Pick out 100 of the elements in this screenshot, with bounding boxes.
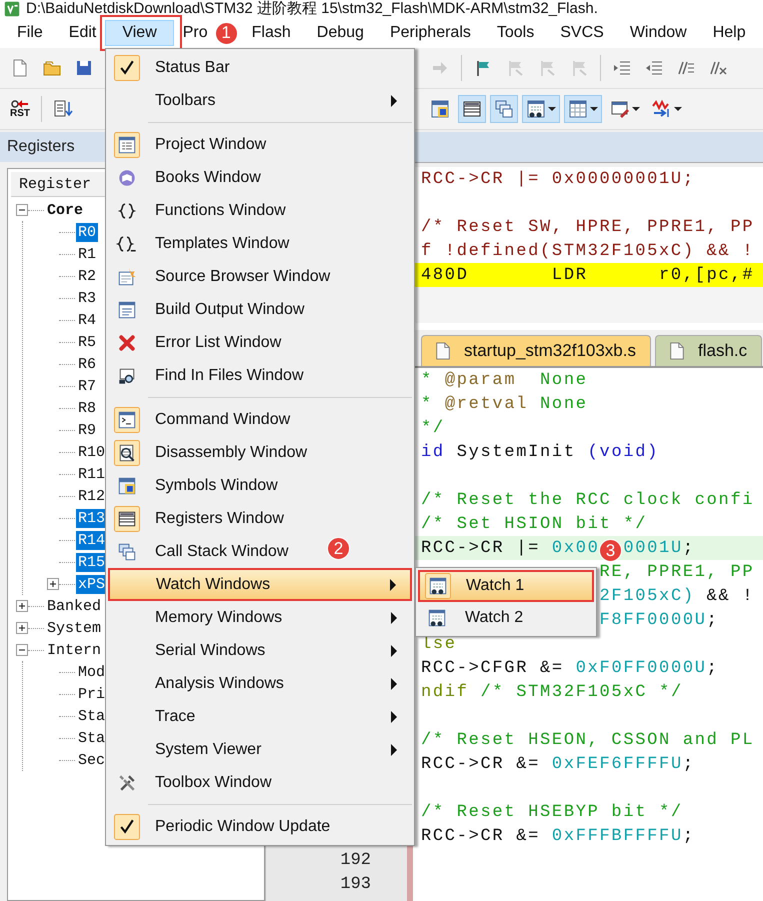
menu-item[interactable]: Edit xyxy=(66,18,100,48)
code-line: RCC->CR |= 0x00000001U; xyxy=(421,170,695,188)
menu-item[interactable]: Periodic Window Update xyxy=(108,810,340,843)
collapse-icon[interactable] xyxy=(16,644,28,656)
menu-item[interactable]: Peripherals xyxy=(386,18,474,48)
menu-item[interactable]: Status Bar xyxy=(108,51,239,84)
menu-item[interactable]: Toolbars xyxy=(108,84,412,117)
submenu-arrow-icon xyxy=(391,644,397,656)
window-title: D:\BaiduNetdiskDownload\STM32 进阶教程 15\stm32_Flash\MDK-ARM\stm32_Flash. xyxy=(26,0,598,18)
code-line: RCC->CR |= 0x00 xyxy=(421,538,600,558)
tree-item[interactable]: R12 xyxy=(76,486,108,506)
submenu-arrow-icon xyxy=(391,612,397,624)
line-number: 192 xyxy=(340,850,371,870)
file-tab[interactable]: startup_stm32f103xb.s xyxy=(421,335,651,366)
tree-item[interactable]: R6 xyxy=(76,354,98,374)
menu-item[interactable]: Watch 1 xyxy=(418,570,594,602)
tree-item[interactable]: Pri xyxy=(76,684,108,704)
tree-item[interactable]: Sta xyxy=(76,728,108,748)
code-line: F8FF0000U; xyxy=(600,610,719,630)
menu-item[interactable]: Registers Window xyxy=(108,502,293,535)
reset-button[interactable]: RST xyxy=(6,95,34,123)
menu-item[interactable]: Memory Windows xyxy=(108,601,412,634)
menu-item[interactable]: Tools xyxy=(494,18,538,48)
menu-item[interactable]: Trace xyxy=(108,700,412,733)
collapse-icon[interactable] xyxy=(16,204,28,216)
menu-item[interactable]: Call Stack Window xyxy=(108,535,298,568)
menu-item[interactable]: Watch Windows xyxy=(108,568,412,601)
tree-item[interactable]: R1 xyxy=(76,244,98,264)
expand-icon[interactable] xyxy=(47,578,59,590)
code-line: SystemInit (void) xyxy=(456,442,660,462)
menu-item[interactable]: File xyxy=(14,18,46,48)
submenu-arrow-icon xyxy=(391,744,397,756)
menu-item[interactable]: Functions Window xyxy=(108,194,295,227)
toolbar-button[interactable] xyxy=(522,95,560,123)
code-line: f !defined(STM32F105xC) && ! xyxy=(421,242,754,260)
tree-item[interactable]: R11 xyxy=(76,464,108,484)
tree-item[interactable]: R14 xyxy=(76,530,108,550)
tree-item[interactable]: R2 xyxy=(76,266,98,286)
code-line: * @retval None xyxy=(421,394,588,414)
menu-item[interactable]: Help xyxy=(710,18,749,48)
menu-item[interactable]: Build Output Window xyxy=(108,293,314,326)
submenu-arrow-icon xyxy=(391,94,397,106)
document-icon xyxy=(434,341,452,361)
list-icon xyxy=(53,99,73,119)
toolbar-button[interactable] xyxy=(458,95,486,123)
tree-item[interactable]: Mod xyxy=(76,662,108,682)
tree-item[interactable]: Core xyxy=(45,200,86,220)
menu-item[interactable]: Toolbox Window xyxy=(108,766,280,799)
tree-item[interactable]: R7 xyxy=(76,376,98,396)
code-line: * @param None xyxy=(421,370,588,390)
menu-item[interactable]: Window xyxy=(626,18,690,48)
code-line: /* Reset SW, HPRE, PPRE1, PP xyxy=(421,218,754,236)
tree-item[interactable]: R0 xyxy=(76,222,98,242)
submenu-arrow-icon xyxy=(391,678,397,690)
menu-item[interactable]: Analysis Windows xyxy=(108,667,412,700)
tree-item[interactable]: R4 xyxy=(76,310,98,330)
serial-icon xyxy=(610,99,630,119)
tree-item[interactable]: R3 xyxy=(76,288,98,308)
reset-icon xyxy=(10,99,30,109)
file-tab[interactable]: flash.c xyxy=(654,335,762,366)
submenu-arrow-icon xyxy=(390,578,396,590)
menu-item[interactable]: Debug xyxy=(314,18,367,48)
menu-item[interactable]: Templates Window xyxy=(108,227,298,260)
menu-item[interactable]: Command Window xyxy=(108,403,300,436)
menu-item[interactable]: System Viewer xyxy=(108,733,412,766)
tree-item[interactable]: R8 xyxy=(76,398,98,418)
tree-item[interactable]: Sec xyxy=(76,750,108,770)
tree-item[interactable]: R13 xyxy=(76,508,108,528)
code-line: RCC->CR &= 0xFEF6FFFFU; xyxy=(421,754,695,774)
code-line: 2F105xC) xyxy=(600,586,695,606)
code-line: /* Reset HSEON, CSSON and PL xyxy=(421,730,754,750)
menu-item[interactable]: Serial Windows xyxy=(108,634,412,667)
menu-item[interactable]: Disassembly Window xyxy=(108,436,316,469)
callout-badge: 2 xyxy=(327,537,350,560)
tree-item[interactable]: R10 xyxy=(76,442,108,462)
menu-item[interactable]: SVCS xyxy=(557,18,607,48)
code-line: && ! xyxy=(706,586,754,606)
menu-item[interactable]: Source Browser Window xyxy=(108,260,340,293)
tree-item[interactable]: Intern xyxy=(45,640,104,660)
menu-item[interactable]: Symbols Window xyxy=(108,469,287,502)
tree-item[interactable]: R15 xyxy=(76,552,108,572)
menu-item[interactable]: Pro xyxy=(180,18,211,48)
menu-item[interactable]: Error List Window xyxy=(108,326,290,359)
menu-item[interactable]: Watch 2 xyxy=(418,602,532,634)
tree-item[interactable]: Banked xyxy=(45,596,104,616)
menu-item[interactable]: Find In Files Window xyxy=(108,359,312,392)
memory-icon xyxy=(568,99,588,119)
windows-icon xyxy=(494,99,514,119)
code-line: /* Reset HSEBYP bit */ xyxy=(421,802,683,822)
code-line: /* STM32F105xC */ xyxy=(480,682,683,702)
tree-item[interactable]: R5 xyxy=(76,332,98,352)
menu-item[interactable]: Flash xyxy=(248,18,294,48)
expand-icon[interactable] xyxy=(16,622,28,634)
tree-item[interactable]: Sta xyxy=(76,706,108,726)
expand-icon[interactable] xyxy=(16,600,28,612)
code-line: /* Set HSION bit */ xyxy=(421,514,648,534)
tree-item[interactable]: System xyxy=(45,618,104,638)
save-icon xyxy=(74,58,94,78)
tree-item[interactable]: xPS xyxy=(76,574,108,594)
tree-item[interactable]: R9 xyxy=(76,420,98,440)
